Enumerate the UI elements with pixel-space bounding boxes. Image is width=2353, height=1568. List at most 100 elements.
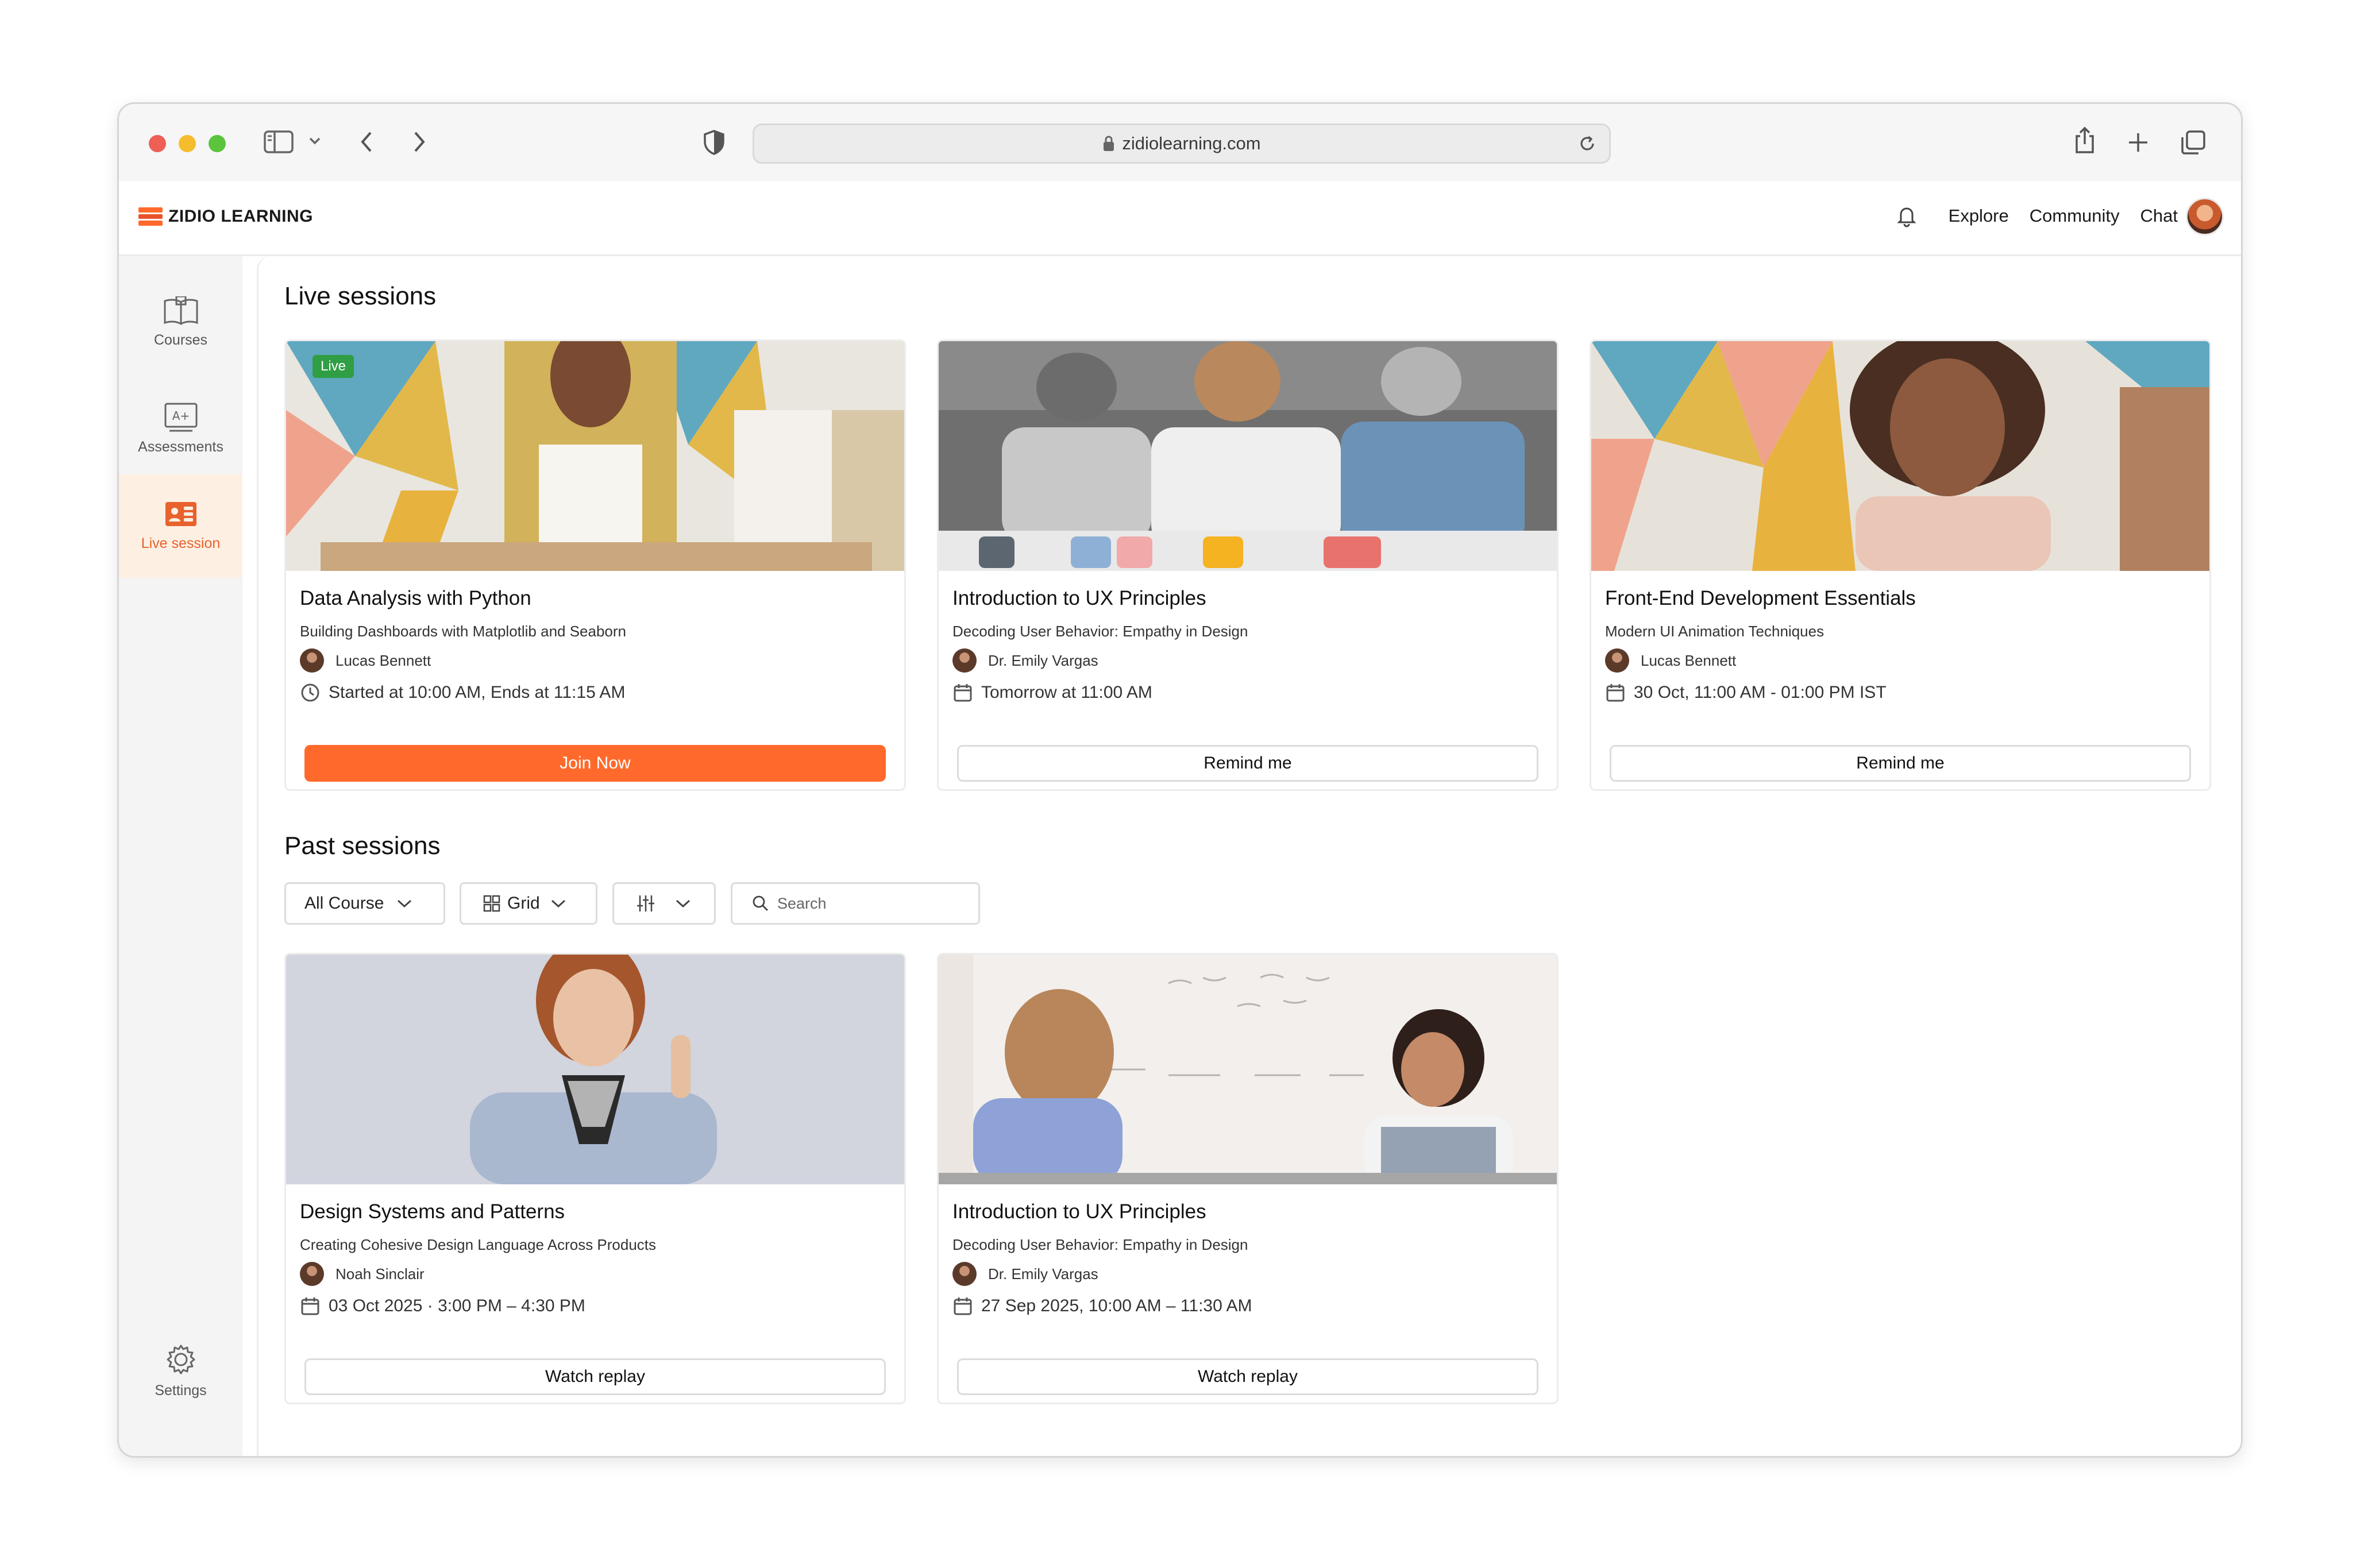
- session-subtitle: Building Dashboards with Matplotlib and …: [300, 623, 627, 640]
- shield-icon[interactable]: [703, 129, 726, 156]
- gear-icon: [167, 1345, 195, 1374]
- chevron-down-icon: [675, 898, 691, 909]
- sidebar-item-live-session[interactable]: Live session: [119, 474, 242, 578]
- join-now-button[interactable]: Join Now: [304, 745, 886, 782]
- browser-toolbar: zidiolearning.com: [119, 104, 2241, 181]
- remind-me-button[interactable]: Remind me: [1610, 745, 2191, 782]
- instructor: Noah Sinclair: [300, 1262, 425, 1286]
- live-session-card: Front-End Development Essentials Modern …: [1590, 339, 2211, 791]
- session-time-text: 03 Oct 2025 · 3:00 PM – 4:30 PM: [329, 1296, 585, 1315]
- grid-icon: [483, 895, 500, 912]
- calendar-icon: [952, 1296, 973, 1316]
- instructor-name: Noah Sinclair: [335, 1265, 425, 1283]
- chevron-down-icon: [550, 898, 566, 909]
- nav-chat[interactable]: Chat: [2140, 206, 2178, 226]
- browser-window: zidiolearning.com ZIDIO LEARNING Explore…: [117, 102, 2243, 1458]
- clock-icon: [300, 682, 321, 703]
- live-sessions-heading: Live sessions: [284, 282, 437, 310]
- session-thumbnail[interactable]: Live: [286, 341, 904, 571]
- svg-text:A+: A+: [172, 409, 189, 423]
- sidebar-toggle-icon[interactable]: [264, 129, 294, 155]
- forward-icon[interactable]: [412, 130, 427, 153]
- tab-overview-icon[interactable]: [2180, 129, 2207, 156]
- top-nav: Explore Community Chat: [1896, 204, 2178, 227]
- new-tab-icon[interactable]: [2127, 132, 2149, 153]
- session-time-text: Tomorrow at 11:00 AM: [981, 683, 1152, 702]
- chevron-down-icon: [396, 898, 412, 909]
- session-thumbnail[interactable]: [1591, 341, 2209, 571]
- minimize-window-button[interactable]: [179, 135, 196, 152]
- search-box[interactable]: [731, 882, 980, 925]
- session-title: Data Analysis with Python: [300, 587, 531, 609]
- session-time-text: Started at 10:00 AM, Ends at 11:15 AM: [329, 683, 626, 702]
- sidebar-item-label: Courses: [153, 331, 208, 348]
- instructor: Lucas Bennett: [1605, 648, 1736, 673]
- calendar-icon: [952, 682, 973, 703]
- session-time-text: 27 Sep 2025, 10:00 AM – 11:30 AM: [981, 1296, 1252, 1315]
- sidebar: Courses A+ Assessments Live session Sett…: [119, 256, 242, 1456]
- nav-explore[interactable]: Explore: [1949, 206, 2009, 226]
- main-content: Live sessions Live Data Analysis with Py…: [257, 256, 2241, 1456]
- session-subtitle: Modern UI Animation Techniques: [1605, 623, 1824, 640]
- instructor-name: Dr. Emily Vargas: [988, 651, 1098, 669]
- session-subtitle: Decoding User Behavior: Empathy in Desig…: [952, 1236, 1248, 1253]
- live-session-icon: [165, 501, 196, 526]
- reload-icon[interactable]: [1577, 133, 1598, 159]
- course-filter-dropdown[interactable]: All Course: [284, 882, 445, 925]
- session-thumbnail[interactable]: [939, 955, 1557, 1184]
- brand-name: ZIDIO LEARNING: [168, 207, 313, 226]
- brand-logo[interactable]: ZIDIO LEARNING: [138, 207, 313, 226]
- notification-bell-icon[interactable]: [1896, 204, 1918, 227]
- instructor: Dr. Emily Vargas: [952, 648, 1098, 673]
- address-bar[interactable]: zidiolearning.com: [753, 123, 1611, 164]
- app-header: ZIDIO LEARNING Explore Community Chat: [119, 181, 2241, 256]
- session-title: Introduction to UX Principles: [952, 1200, 1206, 1223]
- session-time-text: 30 Oct, 11:00 AM - 01:00 PM IST: [1634, 683, 1887, 702]
- close-window-button[interactable]: [149, 135, 166, 152]
- session-title: Design Systems and Patterns: [300, 1200, 565, 1223]
- chevron-down-icon[interactable]: [308, 136, 321, 145]
- instructor-name: Dr. Emily Vargas: [988, 1265, 1098, 1283]
- session-thumbnail[interactable]: [939, 341, 1557, 571]
- instructor-name: Lucas Bennett: [1641, 651, 1737, 669]
- search-icon: [752, 895, 769, 912]
- share-icon[interactable]: [2073, 126, 2096, 155]
- session-title: Front-End Development Essentials: [1605, 587, 1916, 609]
- view-mode-value: Grid: [507, 894, 540, 913]
- sidebar-item-courses[interactable]: Courses: [119, 279, 242, 365]
- session-time: Started at 10:00 AM, Ends at 11:15 AM: [300, 682, 625, 703]
- session-title: Introduction to UX Principles: [952, 587, 1206, 609]
- past-session-card: Introduction to UX Principles Decoding U…: [937, 953, 1559, 1404]
- session-time: Tomorrow at 11:00 AM: [952, 682, 1152, 703]
- instructor-avatar: [300, 1262, 324, 1286]
- sort-filter-dropdown[interactable]: [612, 882, 716, 925]
- session-time: 30 Oct, 11:00 AM - 01:00 PM IST: [1605, 682, 1887, 703]
- remind-me-button[interactable]: Remind me: [957, 745, 1538, 782]
- watch-replay-button[interactable]: Watch replay: [304, 1358, 886, 1395]
- session-thumbnail[interactable]: [286, 955, 904, 1184]
- instructor-avatar: [300, 648, 324, 673]
- book-icon: [164, 296, 198, 325]
- grade-icon: A+: [164, 403, 197, 431]
- calendar-icon: [300, 1296, 321, 1316]
- nav-community[interactable]: Community: [2030, 206, 2120, 226]
- session-subtitle: Decoding User Behavior: Empathy in Desig…: [952, 623, 1248, 640]
- sidebar-item-assessments[interactable]: A+ Assessments: [119, 385, 242, 472]
- back-icon[interactable]: [359, 130, 374, 153]
- url-text: zidiolearning.com: [1122, 133, 1261, 153]
- instructor-avatar: [952, 648, 977, 673]
- course-filter-value: All Course: [304, 894, 384, 913]
- user-avatar[interactable]: [2186, 198, 2224, 235]
- instructor-avatar: [1605, 648, 1629, 673]
- calendar-icon: [1605, 682, 1626, 703]
- maximize-window-button[interactable]: [209, 135, 226, 152]
- sliders-icon: [636, 894, 655, 913]
- sidebar-item-settings[interactable]: Settings: [119, 1327, 242, 1413]
- sidebar-item-label: Assessments: [138, 438, 223, 455]
- search-input[interactable]: [776, 894, 951, 913]
- view-mode-dropdown[interactable]: Grid: [460, 882, 597, 925]
- instructor: Lucas Bennett: [300, 648, 431, 673]
- sidebar-item-label: Live session: [141, 535, 221, 551]
- watch-replay-button[interactable]: Watch replay: [957, 1358, 1538, 1395]
- instructor: Dr. Emily Vargas: [952, 1262, 1098, 1286]
